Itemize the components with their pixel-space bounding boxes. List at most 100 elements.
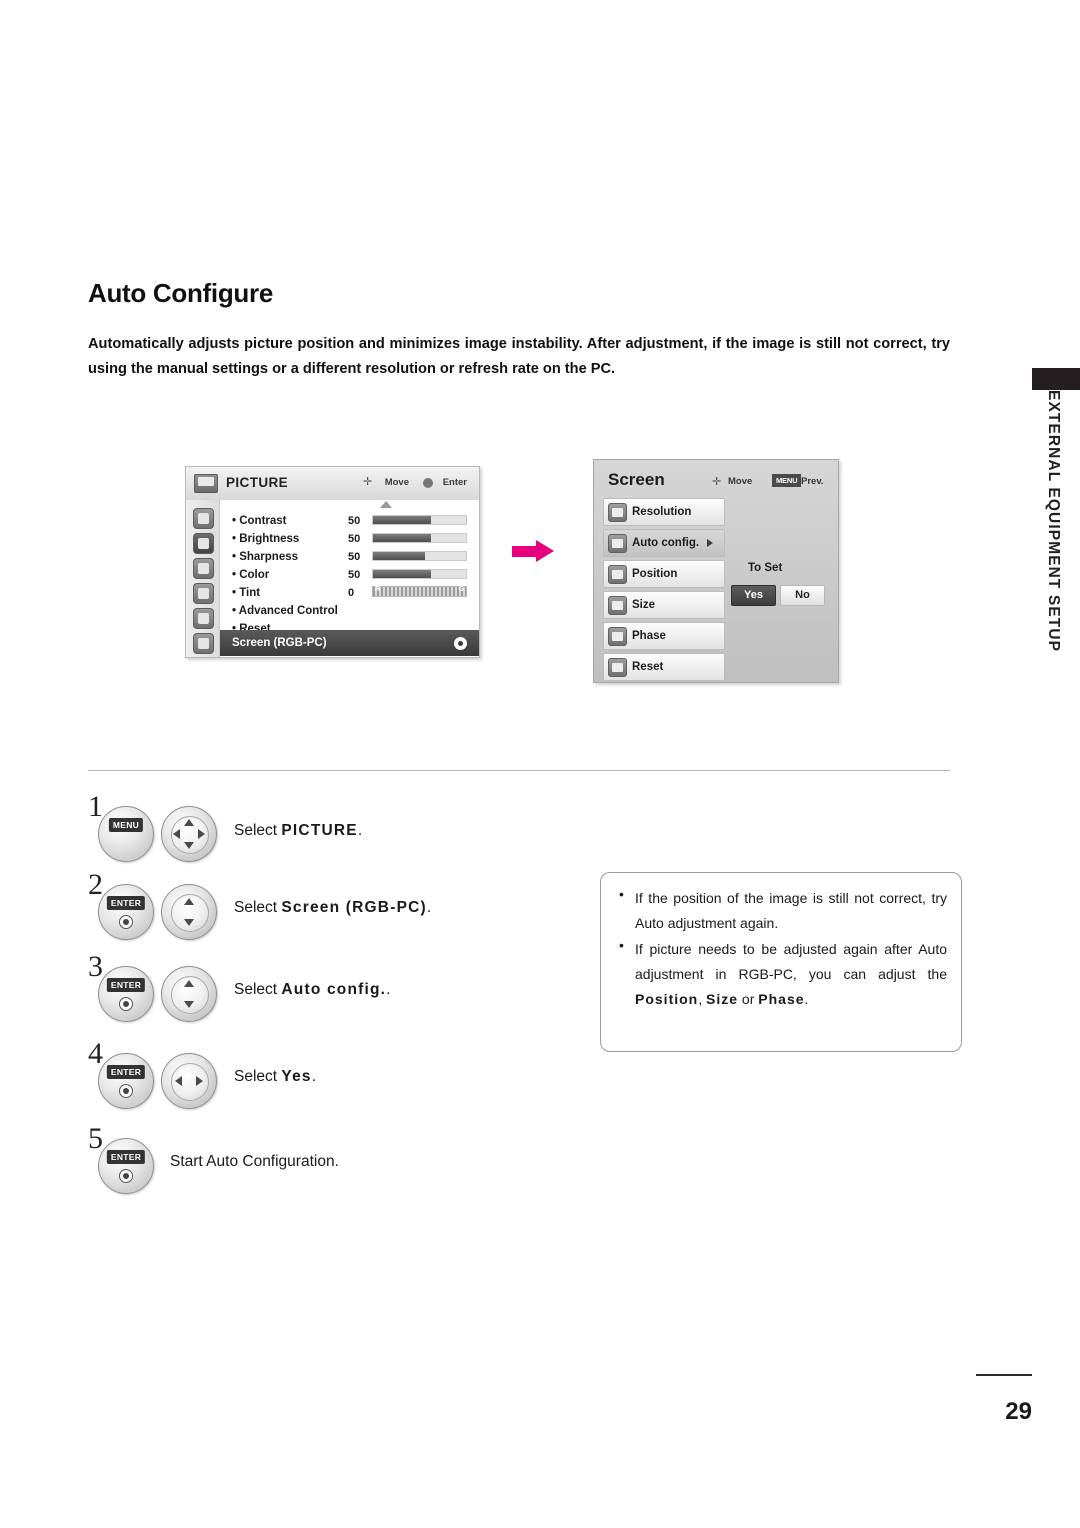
osd-screen-title: Screen — [608, 470, 665, 489]
enter-dot-icon — [119, 1084, 133, 1098]
move-icon: ✛ — [712, 476, 722, 488]
step-number-5: 5 — [88, 1122, 103, 1155]
note-bullet-icon-1: • — [619, 886, 624, 902]
arrow-down-icon[interactable] — [184, 842, 194, 849]
step-3-suffix: . — [386, 981, 391, 998]
step-3-bold: Auto config. — [281, 981, 387, 998]
nav-pad-4way-1[interactable] — [161, 806, 217, 862]
step-2-prefix: Select — [234, 899, 282, 916]
step-number-4: 4 — [88, 1037, 103, 1070]
menu-item-advanced-control[interactable]: • Advanced Control — [232, 605, 338, 617]
step-4-prefix: Select — [234, 1068, 282, 1085]
menu-bar-sharpness[interactable] — [372, 551, 467, 561]
note-item-2-e: or — [738, 991, 759, 1007]
note-item-2-phase: Phase — [758, 991, 805, 1007]
menu-item-tint[interactable]: • Tint — [232, 587, 260, 599]
osd-picture-menu: PICTURE ✛ Move Enter • Contrast 50 • Bri… — [185, 466, 480, 658]
arrow-up-icon[interactable] — [184, 898, 194, 905]
note-item-2-c: , — [698, 991, 707, 1007]
step-2-suffix: . — [426, 899, 432, 916]
step-4-suffix: . — [311, 1068, 317, 1085]
note-item-2-g: . — [804, 991, 809, 1007]
screen-item-reset[interactable]: Reset — [603, 653, 725, 681]
enter-button-label: ENTER — [106, 978, 146, 992]
enter-button-2[interactable]: ENTER — [98, 884, 154, 940]
tint-left-label: R — [375, 586, 381, 593]
osd-picture-move-label: Move — [384, 477, 409, 488]
rail-icon-picture[interactable] — [193, 508, 214, 529]
to-set-label: To Set — [748, 562, 783, 574]
osd-picture-footer-screen-rgbpc[interactable]: Screen (RGB-PC) — [220, 630, 479, 656]
arrow-up-icon[interactable] — [184, 980, 194, 987]
arrow-down-icon[interactable] — [184, 919, 194, 926]
screen-item-size[interactable]: Size — [603, 591, 725, 619]
osd-screen-menu: Screen ✛ Move MENU Prev. Resolution Auto… — [593, 459, 839, 683]
flow-arrow-icon — [512, 540, 556, 562]
move-icon: ✛ — [363, 476, 373, 488]
screen-item-label: Position — [632, 568, 678, 580]
phase-icon — [608, 627, 627, 646]
step-4-bold: Yes — [281, 1068, 312, 1085]
osd-picture-header: PICTURE ✛ Move Enter — [186, 467, 479, 501]
step-number-3: 3 — [88, 950, 103, 983]
screen-item-label: Resolution — [632, 506, 692, 518]
section-divider — [88, 770, 950, 771]
rail-icon-option[interactable] — [193, 608, 214, 629]
osd-picture-footer-label: Screen (RGB-PC) — [232, 637, 327, 649]
screen-item-phase[interactable]: Phase — [603, 622, 725, 650]
osd-picture-title: PICTURE — [226, 475, 289, 490]
side-tab-marker — [1032, 368, 1080, 390]
position-icon — [608, 565, 627, 584]
screen-item-position[interactable]: Position — [603, 560, 725, 588]
menu-item-brightness[interactable]: • Brightness — [232, 533, 299, 545]
screen-item-auto-config[interactable]: Auto config. — [603, 529, 725, 557]
osd-picture-icon-rail — [186, 500, 220, 657]
yes-button[interactable]: Yes — [731, 585, 776, 606]
nav-pad-updown-3[interactable] — [161, 966, 217, 1022]
menu-value-contrast: 50 — [348, 515, 361, 527]
step-text-3: Select Auto config.. — [234, 981, 391, 999]
osd-picture-items: • Contrast 50 • Brightness 50 • Sharpnes… — [220, 500, 479, 635]
arrow-down-icon[interactable] — [184, 1001, 194, 1008]
no-button[interactable]: No — [780, 585, 825, 606]
rail-icon-time[interactable] — [193, 583, 214, 604]
enter-dot-icon — [454, 637, 467, 650]
arrow-left-icon[interactable] — [175, 1076, 182, 1086]
size-icon — [608, 596, 627, 615]
enter-button-3[interactable]: ENTER — [98, 966, 154, 1022]
rail-icon-audio[interactable] — [193, 558, 214, 579]
nav-pad-leftright-4[interactable] — [161, 1053, 217, 1109]
screen-item-label: Reset — [632, 661, 664, 673]
menu-bar-brightness[interactable] — [372, 533, 467, 543]
auto-config-icon — [608, 534, 627, 553]
arrow-up-icon[interactable] — [184, 819, 194, 826]
menu-bar-tint[interactable]: R G — [372, 586, 467, 597]
tv-icon — [194, 474, 218, 493]
rail-icon-lock[interactable] — [193, 633, 214, 654]
step-2-bold: Screen (RGB-PC) — [281, 899, 427, 916]
menu-value-brightness: 50 — [348, 533, 361, 545]
arrow-right-icon[interactable] — [196, 1076, 203, 1086]
menu-bar-contrast[interactable] — [372, 515, 467, 525]
note-item-2: If picture needs to be adjusted again af… — [635, 937, 947, 1012]
menu-key-chip: MENU — [772, 474, 802, 487]
rail-icon-screen[interactable] — [193, 533, 214, 554]
menu-bar-color[interactable] — [372, 569, 467, 579]
screen-item-label: Auto config. — [632, 537, 700, 549]
enter-button-5[interactable]: ENTER — [98, 1138, 154, 1194]
menu-value-sharpness: 50 — [348, 551, 361, 563]
screen-item-resolution[interactable]: Resolution — [603, 498, 725, 526]
nav-pad-updown-2[interactable] — [161, 884, 217, 940]
menu-item-color[interactable]: • Color — [232, 569, 269, 581]
step-1-suffix: . — [357, 822, 363, 839]
arrow-left-icon[interactable] — [173, 829, 180, 839]
menu-button-label: MENU — [108, 818, 144, 832]
enter-button-label: ENTER — [106, 1065, 146, 1079]
step-number-1: 1 — [88, 790, 103, 823]
arrow-right-icon[interactable] — [198, 829, 205, 839]
enter-dot-icon — [119, 915, 133, 929]
menu-item-contrast[interactable]: • Contrast — [232, 515, 287, 527]
menu-button[interactable]: MENU — [98, 806, 154, 862]
menu-item-sharpness[interactable]: • Sharpness — [232, 551, 298, 563]
enter-button-4[interactable]: ENTER — [98, 1053, 154, 1109]
